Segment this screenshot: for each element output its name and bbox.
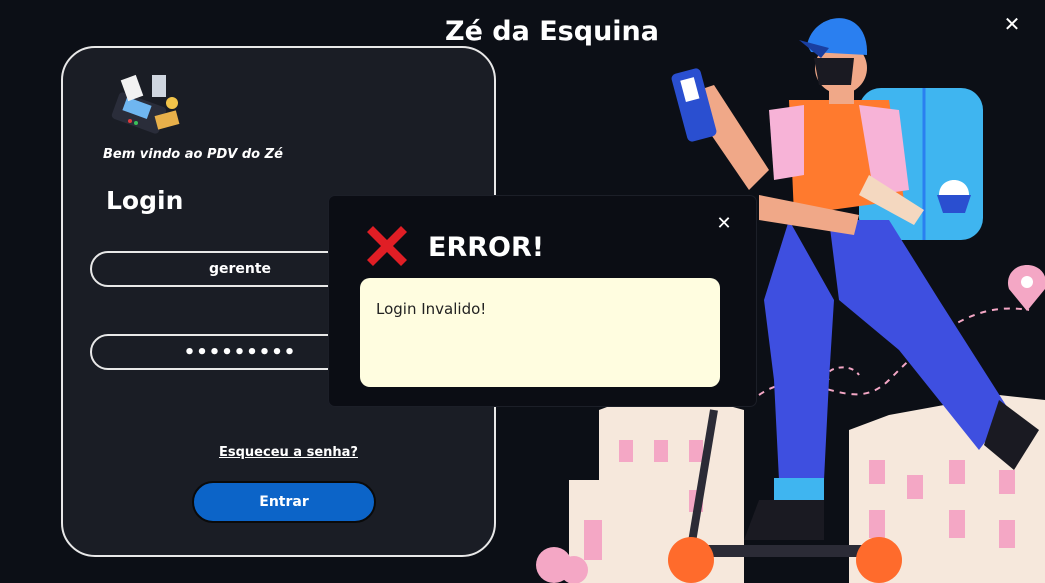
forgot-password-link[interactable]: Esqueceu a senha? — [219, 445, 358, 460]
login-heading: Login — [106, 186, 184, 215]
message-box: Login Invalido! — [360, 278, 720, 387]
error-message: Login Invalido! — [376, 300, 487, 318]
dialog-close-icon[interactable]: ✕ — [714, 213, 734, 233]
welcome-text: Bem vindo ao PDV do Zé — [103, 147, 283, 162]
dialog-title: ERROR! — [428, 232, 545, 263]
error-x-icon — [367, 226, 407, 266]
login-button[interactable]: Entrar — [192, 481, 376, 523]
pos-terminal-icon — [111, 74, 180, 134]
error-dialog: ✕ ERROR! Login Invalido! — [329, 196, 756, 406]
